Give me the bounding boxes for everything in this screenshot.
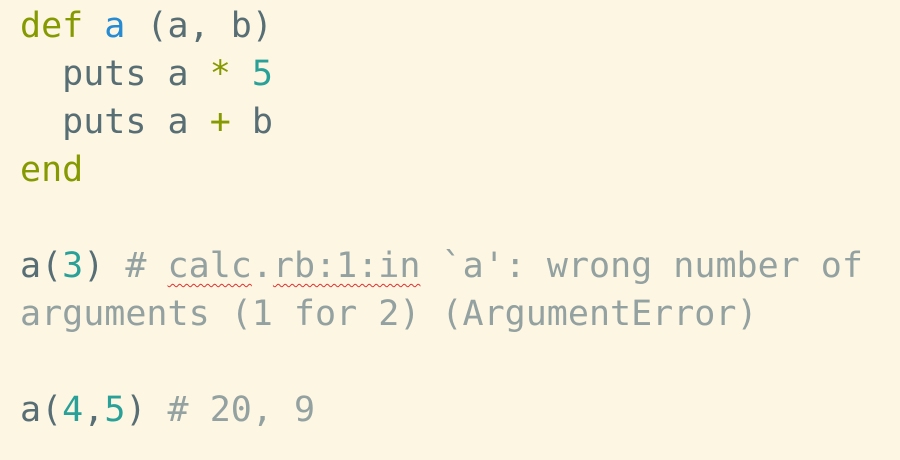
end-keyword: end	[20, 150, 84, 190]
comment-hash: #	[125, 246, 147, 286]
error-comment-continuation: arguments (1 for 2) (ArgumentError)	[20, 294, 758, 334]
code-line-8-blank	[20, 338, 890, 386]
code-line-4: end	[20, 146, 890, 194]
result-comment: # 20, 9	[167, 390, 316, 430]
code-line-2: puts a * 5	[20, 50, 890, 98]
function-name: a	[104, 6, 126, 46]
spellcheck-word-calc: calc	[167, 246, 252, 286]
number-literal-4: 4	[62, 390, 84, 430]
puts-call: puts	[62, 54, 147, 94]
code-line-6: a(3) # calc.rb:1:in `a': wrong number of	[20, 242, 890, 290]
comma: ,	[83, 390, 105, 430]
comment-dot: .	[251, 246, 273, 286]
code-line-7: arguments (1 for 2) (ArgumentError)	[20, 290, 890, 338]
code-line-5-blank	[20, 194, 890, 242]
call-open: a(	[20, 390, 63, 430]
number-literal-5: 5	[104, 390, 126, 430]
error-comment-text: `a': wrong number of	[441, 246, 863, 286]
spellcheck-word-rb: rb:1:in	[272, 246, 421, 286]
puts-call: puts	[62, 102, 147, 142]
variable-a: a	[167, 102, 189, 142]
code-editor[interactable]: def a (a, b) puts a * 5 puts a + b end a…	[20, 2, 890, 434]
call-close: )	[83, 246, 105, 286]
code-line-9: a(4,5) # 20, 9	[20, 386, 890, 434]
multiply-operator: *	[209, 54, 231, 94]
number-literal: 5	[251, 54, 273, 94]
function-params: (a, b)	[146, 6, 273, 46]
call-close: )	[125, 390, 147, 430]
variable-a: a	[167, 54, 189, 94]
call-open: a(	[20, 246, 63, 286]
number-literal: 3	[62, 246, 84, 286]
code-line-1: def a (a, b)	[20, 2, 890, 50]
code-line-3: puts a + b	[20, 98, 890, 146]
def-keyword: def	[20, 6, 84, 46]
plus-operator: +	[209, 102, 231, 142]
variable-b: b	[251, 102, 273, 142]
